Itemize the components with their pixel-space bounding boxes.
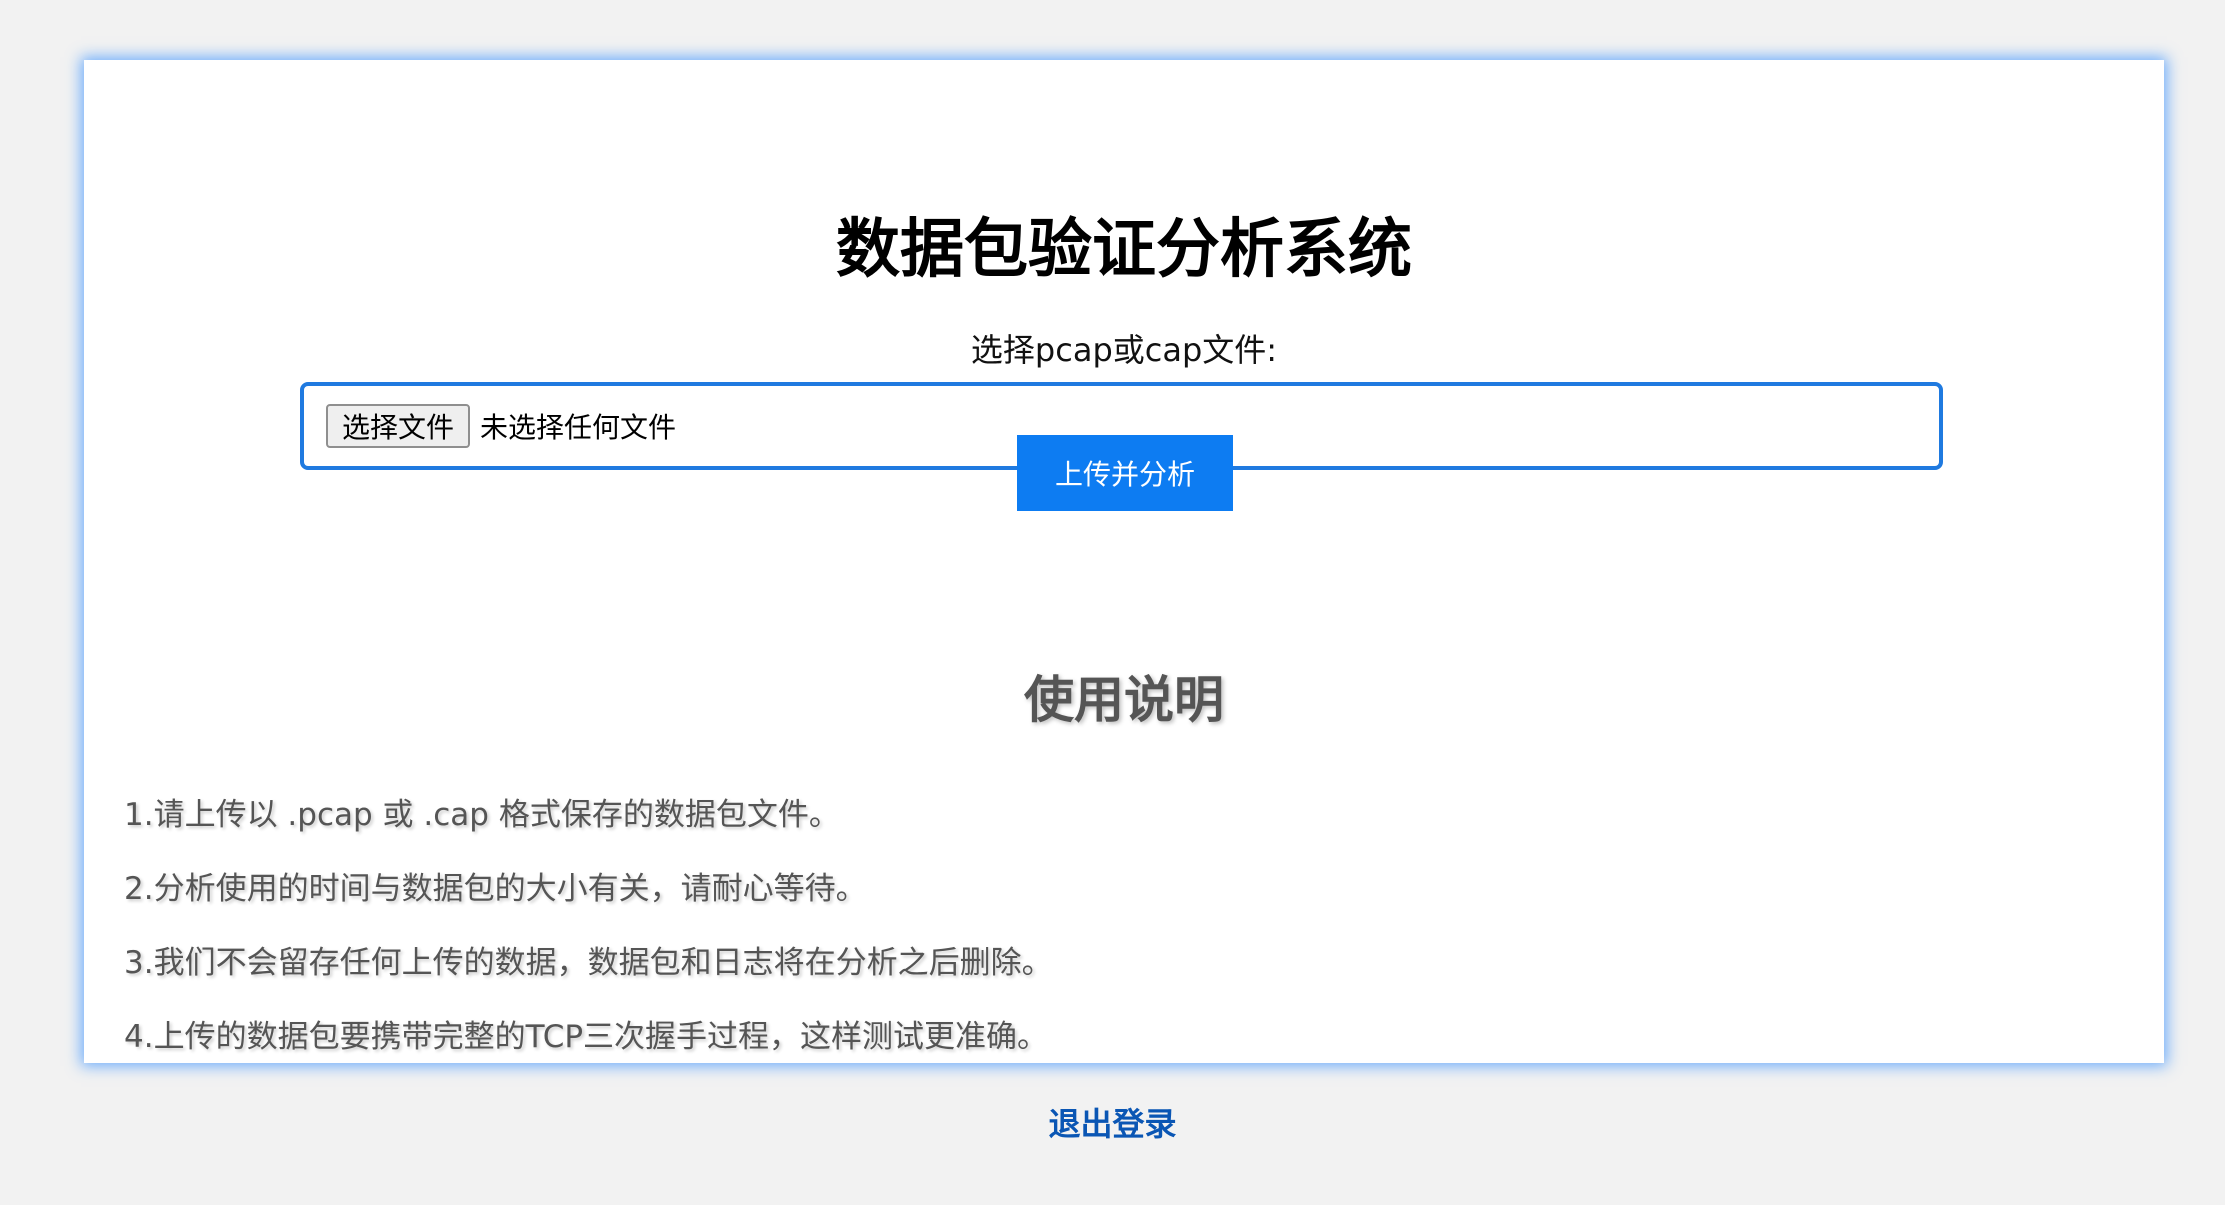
- file-input-label: 选择pcap或cap文件:: [970, 331, 1278, 369]
- instruction-item: 1.请上传以 .pcap 或 .cap 格式保存的数据包文件。: [124, 797, 840, 833]
- instructions-title: 使用说明: [1024, 671, 1224, 729]
- instructions-list: 1.请上传以 .pcap 或 .cap 格式保存的数据包文件。 2.分析使用的时…: [124, 778, 1053, 1074]
- main-card: 数据包验证分析系统 选择pcap或cap文件: 选择文件 未选择任何文件 上传并…: [84, 60, 2164, 1063]
- page-title: 数据包验证分析系统: [836, 213, 1412, 287]
- choose-file-button[interactable]: 选择文件: [326, 404, 471, 448]
- upload-analyze-button[interactable]: 上传并分析: [1017, 435, 1233, 511]
- logout-link[interactable]: 退出登录: [0, 1098, 2225, 1150]
- no-file-selected-text: 未选择任何文件: [480, 411, 677, 444]
- instruction-item: 2.分析使用的时间与数据包的大小有关，请耐心等待。: [124, 871, 867, 907]
- instruction-item: 3.我们不会留存任何上传的数据，数据包和日志将在分析之后删除。: [124, 945, 1053, 981]
- instruction-item: 4.上传的数据包要携带完整的TCP三次握手过程，这样测试更准确。: [124, 1019, 1049, 1055]
